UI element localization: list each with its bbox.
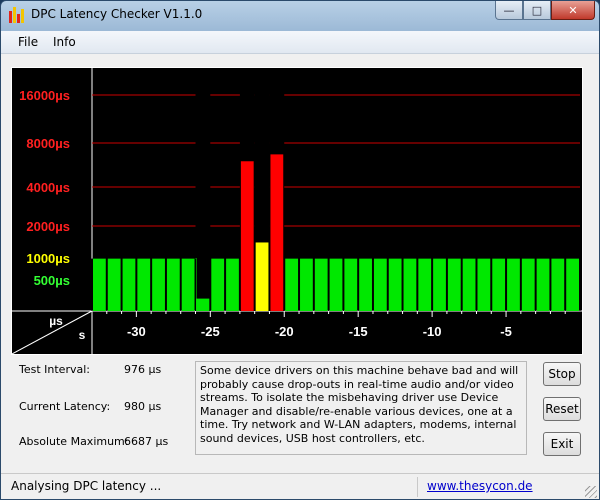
x-tick-label: -15 <box>349 324 368 339</box>
title-bar: DPC Latency Checker V1.1.0 — □ ✕ <box>1 1 599 29</box>
y-tick-label: 16000µs <box>19 88 70 103</box>
latency-bar <box>93 258 106 311</box>
latency-bar <box>152 258 165 311</box>
bar-slot-clear <box>195 70 211 311</box>
latency-bar <box>240 161 254 311</box>
latency-bar <box>373 258 387 311</box>
latency-bar <box>344 258 358 311</box>
test-interval-value: 976 µs <box>124 363 162 376</box>
x-tick-label: -5 <box>500 324 512 339</box>
minimize-icon: — <box>503 3 515 17</box>
app-window: DPC Latency Checker V1.1.0 — □ ✕ File In… <box>0 0 600 500</box>
latency-bar <box>359 258 372 311</box>
latency-bar <box>107 258 121 311</box>
y-tick-label: 4000µs <box>26 180 70 195</box>
status-divider <box>417 477 418 497</box>
latency-bar <box>403 258 417 311</box>
latency-bar <box>285 258 299 311</box>
latency-bar <box>255 242 269 311</box>
latency-chart: 16000µs 8000µs 4000µs 2000µs 1000µs 500µs -30… <box>11 67 583 355</box>
y-tick-label: 8000µs <box>26 136 70 151</box>
close-icon: ✕ <box>568 3 578 17</box>
absolute-maximum-label: Absolute Maximum: <box>19 435 129 448</box>
menu-file[interactable]: File <box>18 35 38 49</box>
latency-bar <box>447 258 461 311</box>
maximize-button[interactable]: □ <box>523 1 551 20</box>
latency-bar <box>122 258 136 311</box>
latency-bar <box>536 258 550 311</box>
latency-bar <box>329 258 343 311</box>
latency-bar <box>492 258 506 311</box>
latency-bar <box>270 154 284 311</box>
resize-grip[interactable] <box>585 486 597 498</box>
y-tick-label: 2000µs <box>26 219 70 234</box>
client-area: 16000µs 8000µs 4000µs 2000µs 1000µs 500µs -30… <box>1 54 599 499</box>
latency-bar <box>211 258 225 311</box>
latency-bar <box>314 258 328 311</box>
latency-bar <box>226 258 239 311</box>
latency-bar <box>181 258 195 311</box>
status-text: Analysing DPC latency ... <box>11 479 162 493</box>
x-unit-label: s <box>79 328 86 342</box>
x-tick-label: -30 <box>127 324 146 339</box>
latency-bar <box>166 258 180 311</box>
y-tick-label: 1000µs <box>26 251 70 266</box>
latency-bar <box>196 298 210 311</box>
x-tick-label: -25 <box>201 324 220 339</box>
app-icon <box>9 7 25 23</box>
close-button[interactable]: ✕ <box>551 1 595 20</box>
absolute-maximum-value: 6687 µs <box>124 435 169 448</box>
description-text: Some device drivers on this machine beha… <box>195 361 527 455</box>
latency-bar <box>566 258 579 311</box>
latency-bar <box>507 258 520 311</box>
current-latency-label: Current Latency: <box>19 400 111 413</box>
stop-button[interactable]: Stop <box>543 362 581 386</box>
y-tick-label: 500µs <box>34 273 70 288</box>
latency-bar <box>388 258 402 311</box>
maximize-icon: □ <box>531 3 543 17</box>
y-unit-label: µs <box>49 314 63 328</box>
minimize-button[interactable]: — <box>495 1 523 20</box>
latency-bar <box>300 258 313 311</box>
latency-bar <box>477 258 491 311</box>
exit-button[interactable]: Exit <box>543 432 581 456</box>
latency-bar <box>551 258 565 311</box>
website-link[interactable]: www.thesycon.de <box>427 479 533 493</box>
menu-bar: File Info <box>1 31 599 54</box>
latency-bar <box>521 258 535 311</box>
test-interval-label: Test Interval: <box>19 363 90 376</box>
x-tick-label: -20 <box>275 324 294 339</box>
x-tick-label: -10 <box>423 324 442 339</box>
reset-button[interactable]: Reset <box>543 397 581 421</box>
latency-bar <box>462 258 476 311</box>
latency-bar <box>418 258 432 311</box>
menu-info[interactable]: Info <box>53 35 76 49</box>
status-bar: Analysing DPC latency ... www.thesycon.d… <box>1 473 599 499</box>
latency-bar <box>137 258 151 311</box>
current-latency-value: 980 µs <box>124 400 162 413</box>
latency-bar <box>433 258 446 311</box>
window-title: DPC Latency Checker V1.1.0 <box>31 7 203 21</box>
